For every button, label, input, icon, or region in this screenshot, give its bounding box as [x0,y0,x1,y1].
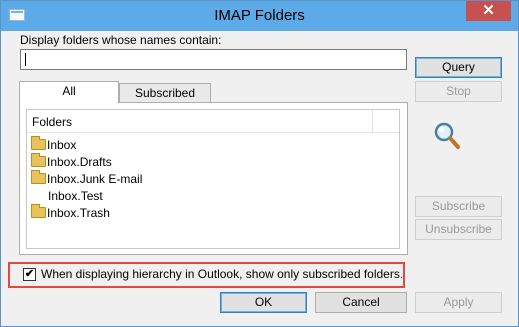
folder-icon [31,153,46,167]
apply-button[interactable]: Apply [415,292,502,313]
folder-icon [31,136,46,150]
window-title: IMAP Folders [214,7,305,24]
column-divider [372,110,373,133]
tab-subscribed[interactable]: Subscribed [119,83,211,103]
folder-name-search-input[interactable] [20,49,407,70]
folder-item-label: Inbox.Test [48,189,103,203]
folder-item-inbox-junk-email[interactable]: Inbox.Junk E-mail [31,170,143,189]
folder-list-header[interactable]: Folders [27,110,399,133]
subscribed-only-label[interactable]: When displaying hierarchy in Outlook, sh… [41,267,403,281]
tab-panel: Folders Inbox Inbox.Drafts Inbox.Junk E-… [19,102,408,255]
close-button[interactable]: ✕ [466,1,511,21]
folder-item-label: Inbox.Trash [47,206,110,220]
imap-folders-dialog: IMAP Folders ✕ Display folders whose nam… [0,0,519,327]
folder-icon [31,170,46,184]
subscribe-button[interactable]: Subscribe [415,196,502,217]
magnifier-icon [434,122,460,149]
folder-item-inbox-trash[interactable]: Inbox.Trash [31,204,110,223]
unsubscribe-button[interactable]: Unsubscribe [415,219,502,240]
folder-item-label: Inbox.Junk E-mail [47,172,143,186]
folder-item-label: Inbox [47,138,77,152]
ok-button[interactable]: OK [220,292,307,313]
search-label: Display folders whose names contain: [20,33,222,47]
tab-all[interactable]: All [19,81,119,103]
folder-item-label: Inbox.Drafts [47,155,112,169]
subscribed-only-checkbox[interactable]: ✔ [23,268,36,281]
query-button[interactable]: Query [415,57,502,78]
folders-column-header[interactable]: Folders [32,115,72,129]
cancel-button[interactable]: Cancel [315,292,407,313]
folder-icon [31,204,46,218]
folder-item-inbox-drafts[interactable]: Inbox.Drafts [31,153,112,172]
folder-item-inbox-test[interactable]: Inbox.Test [48,189,103,206]
text-caret [25,53,26,66]
stop-button[interactable]: Stop [415,81,502,102]
subscribed-only-option[interactable]: ✔ When displaying hierarchy in Outlook, … [8,262,405,288]
folder-list[interactable]: Folders Inbox Inbox.Drafts Inbox.Junk E-… [26,109,400,249]
title-bar[interactable]: IMAP Folders ✕ [1,1,518,31]
